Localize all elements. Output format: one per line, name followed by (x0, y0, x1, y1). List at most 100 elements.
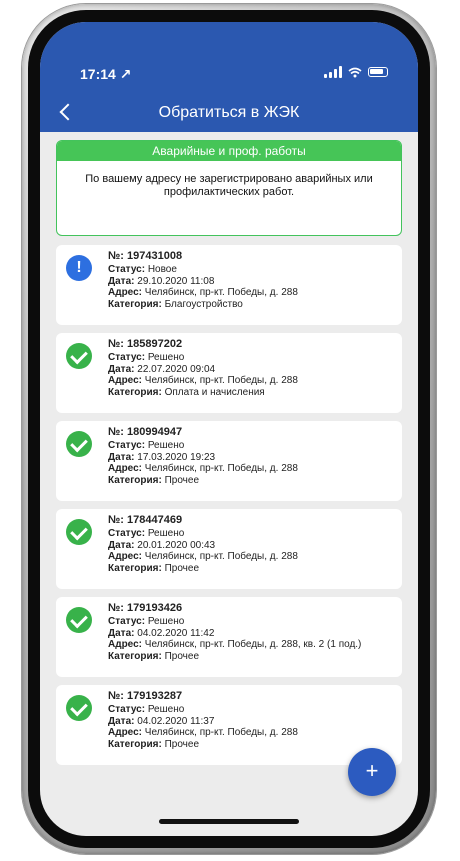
add-ticket-button[interactable]: + (348, 748, 396, 796)
wifi-icon (348, 67, 362, 77)
status-label: Статус: (108, 527, 146, 539)
exclamation-icon: ! (66, 255, 92, 281)
date-line: Дата: 20.01.2020 00:43 (108, 540, 402, 552)
date-value: 17.03.2020 19:23 (137, 451, 216, 463)
ticket-number: №: 180994947 (108, 426, 402, 439)
status-value: Решено (147, 527, 185, 539)
ticket-card[interactable]: №: 179193287 Статус: Решено Дата: 04.02.… (56, 685, 402, 765)
status-line: Статус: Новое (108, 264, 402, 276)
date-label: Дата: (108, 539, 135, 551)
date-line: Дата: 17.03.2020 19:23 (108, 452, 402, 464)
status-icons (324, 66, 388, 78)
emergency-heading: Аварийные и проф. работы (57, 141, 401, 161)
number-value: 180994947 (127, 426, 183, 438)
address-line: Адрес: Челябинск, пр-кт. Победы, д. 288 (108, 287, 402, 299)
status-label: Статус: (108, 439, 146, 451)
check-icon (66, 695, 92, 721)
category-line: Категория: Благоустройство (108, 299, 402, 311)
check-icon (66, 431, 92, 457)
address-line: Адрес: Челябинск, пр-кт. Победы, д. 288 (108, 375, 402, 387)
date-value: 04.02.2020 11:42 (137, 627, 215, 639)
check-icon (66, 519, 92, 545)
number-value: 179193287 (127, 690, 183, 702)
number-label: №: (108, 602, 124, 614)
date-label: Дата: (108, 715, 135, 727)
date-line: Дата: 04.02.2020 11:37 (108, 716, 402, 728)
status-label: Статус: (108, 615, 146, 627)
cellular-signal-icon (324, 66, 342, 78)
address-value: Челябинск, пр-кт. Победы, д. 288 (144, 463, 298, 475)
address-value: Челябинск, пр-кт. Победы, д. 288 (144, 551, 298, 563)
status-line: Статус: Решено (108, 528, 402, 540)
address-value: Челябинск, пр-кт. Победы, д. 288, кв. 2 … (144, 639, 362, 651)
date-label: Дата: (108, 275, 135, 287)
number-value: 197431008 (127, 250, 183, 262)
check-icon (66, 343, 92, 369)
number-value: 179193426 (127, 602, 183, 614)
category-label: Категория: (108, 739, 162, 751)
check-icon (66, 607, 92, 633)
status-value: Новое (147, 263, 177, 275)
status-time: 17:14 ↗ (80, 66, 132, 82)
emergency-message: По вашему адресу не зарегистрировано ава… (85, 173, 373, 198)
category-label: Категория: (108, 387, 162, 399)
date-line: Дата: 29.10.2020 11:08 (108, 276, 402, 288)
ticket-number: №: 197431008 (108, 250, 402, 263)
ticket-number: №: 179193426 (108, 602, 402, 615)
address-value: Челябинск, пр-кт. Победы, д. 288 (144, 375, 298, 387)
ticket-card[interactable]: №: 179193426 Статус: Решено Дата: 04.02.… (56, 597, 402, 677)
status-value: Решено (147, 615, 185, 627)
address-line: Адрес: Челябинск, пр-кт. Победы, д. 288 (108, 551, 402, 563)
ticket-card[interactable]: №: 180994947 Статус: Решено Дата: 17.03.… (56, 421, 402, 501)
phone-bezel: 17:14 ↗ Обратиться в ЖЭК Аварийные и про… (28, 10, 430, 848)
home-indicator[interactable] (159, 819, 299, 824)
address-line: Адрес: Челябинск, пр-кт. Победы, д. 288 (108, 463, 402, 475)
status-line: Статус: Решено (108, 440, 402, 452)
address-label: Адрес: (108, 463, 142, 475)
status-label: Статус: (108, 703, 146, 715)
ticket-card[interactable]: ! №: 197431008 Статус: Новое Дата: 29.10… (56, 245, 402, 325)
date-value: 04.02.2020 11:37 (137, 715, 215, 727)
phone-frame: 17:14 ↗ Обратиться в ЖЭК Аварийные и про… (22, 4, 436, 854)
number-label: №: (108, 690, 124, 702)
date-value: 22.07.2020 09:04 (137, 363, 216, 375)
category-line: Категория: Прочее (108, 475, 402, 487)
number-label: №: (108, 250, 124, 262)
address-line: Адрес: Челябинск, пр-кт. Победы, д. 288 (108, 727, 402, 739)
ticket-number: №: 185897202 (108, 338, 402, 351)
number-value: 185897202 (127, 338, 183, 350)
address-label: Адрес: (108, 375, 142, 387)
number-label: №: (108, 338, 124, 350)
address-label: Адрес: (108, 727, 142, 739)
category-value: Прочее (164, 651, 200, 663)
status-value: Решено (147, 703, 185, 715)
category-label: Категория: (108, 563, 162, 575)
ticket-card[interactable]: №: 178447469 Статус: Решено Дата: 20.01.… (56, 509, 402, 589)
ticket-card[interactable]: №: 185897202 Статус: Решено Дата: 22.07.… (56, 333, 402, 413)
category-value: Прочее (164, 563, 200, 575)
number-label: №: (108, 426, 124, 438)
category-line: Категория: Прочее (108, 651, 402, 663)
category-label: Категория: (108, 651, 162, 663)
address-value: Челябинск, пр-кт. Победы, д. 288 (144, 727, 298, 739)
page-title: Обратиться в ЖЭК (158, 104, 300, 121)
number-value: 178447469 (127, 514, 183, 526)
date-value: 20.01.2020 00:43 (137, 539, 216, 551)
date-label: Дата: (108, 363, 135, 375)
status-value: Решено (147, 351, 185, 363)
category-value: Прочее (164, 475, 200, 487)
category-value: Оплата и начисления (164, 387, 265, 399)
date-label: Дата: (108, 451, 135, 463)
status-line: Статус: Решено (108, 352, 402, 364)
main-content: Аварийные и проф. работы По вашему адрес… (56, 140, 402, 773)
address-label: Адрес: (108, 287, 142, 299)
ticket-number: №: 179193287 (108, 690, 402, 703)
address-value: Челябинск, пр-кт. Победы, д. 288 (144, 287, 298, 299)
ticket-list: ! №: 197431008 Статус: Новое Дата: 29.10… (56, 245, 402, 765)
date-line: Дата: 04.02.2020 11:42 (108, 628, 402, 640)
category-label: Категория: (108, 299, 162, 311)
category-value: Прочее (164, 739, 200, 751)
status-line: Статус: Решено (108, 704, 402, 716)
address-label: Адрес: (108, 551, 142, 563)
status-value: Решено (147, 439, 185, 451)
